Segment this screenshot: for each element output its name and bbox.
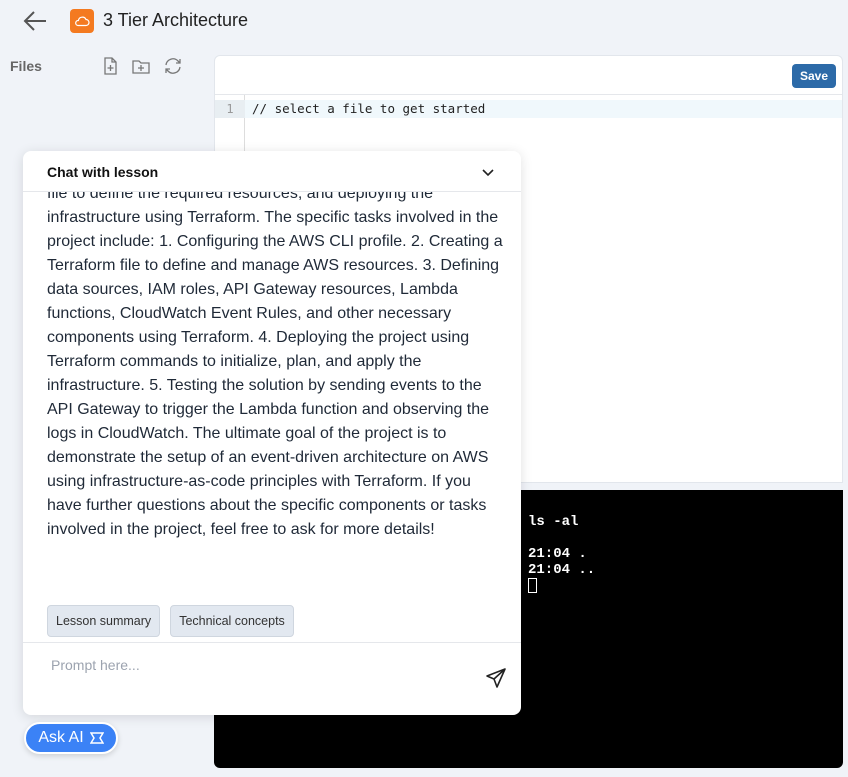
cloud-logo-icon [70, 9, 94, 33]
chat-panel: Chat with lesson file to define the requ… [23, 151, 521, 715]
editor-toolbar: Save [215, 56, 842, 95]
refresh-icon[interactable] [163, 56, 183, 76]
terminal-cursor [528, 578, 537, 593]
terminal-line: 21:04 .. [528, 562, 596, 578]
ask-ai-button[interactable]: Ask AI [24, 722, 118, 754]
chat-messages[interactable]: file to define the required resources, a… [47, 192, 507, 572]
chevron-down-icon[interactable] [481, 165, 495, 179]
terminal-line: 21:04 . [528, 546, 587, 562]
terminal-line: ls -al [528, 514, 579, 530]
send-icon[interactable] [485, 667, 507, 689]
save-button[interactable]: Save [791, 64, 836, 88]
chip-lesson-summary[interactable]: Lesson summary [47, 605, 161, 637]
line-number: 1 [215, 100, 245, 118]
divider [23, 642, 521, 643]
code-line[interactable]: // select a file to get started [252, 100, 485, 118]
assistant-message: file to define the required resources, a… [47, 192, 503, 538]
chat-header[interactable]: Chat with lesson [23, 151, 521, 192]
files-label: Files [10, 58, 42, 74]
ask-ai-label: Ask AI [38, 729, 84, 746]
chat-title: Chat with lesson [47, 164, 159, 180]
file-plus-icon[interactable] [100, 56, 120, 76]
chip-technical-concepts[interactable]: Technical concepts [170, 605, 294, 637]
prompt-input[interactable] [51, 657, 461, 673]
back-arrow-icon[interactable] [22, 9, 48, 33]
sparkle-icon [89, 732, 104, 744]
folder-plus-icon[interactable] [131, 56, 151, 76]
page-title: 3 Tier Architecture [103, 10, 249, 30]
